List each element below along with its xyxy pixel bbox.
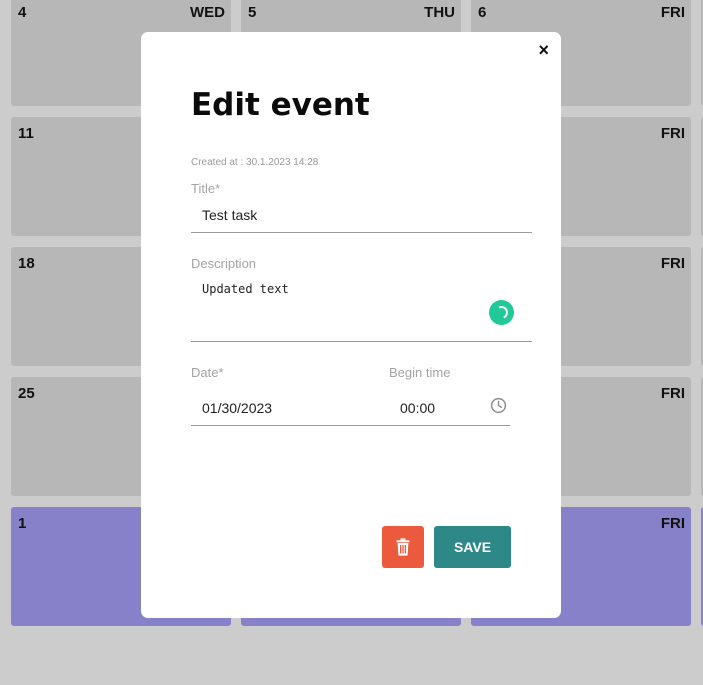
- title-input[interactable]: Test task: [202, 207, 257, 223]
- begin-time-input[interactable]: 00:00: [400, 400, 435, 416]
- edit-event-modal: × Edit event Created at : 30.1.2023 14:2…: [141, 32, 561, 618]
- weekday-label: THU: [424, 4, 455, 21]
- day-number: 1: [18, 515, 27, 532]
- date-label: Date*: [191, 365, 224, 380]
- created-at-text: Created at : 30.1.2023 14:28: [191, 157, 319, 168]
- title-underline: [191, 232, 532, 233]
- weekday-label: FRI: [660, 255, 685, 272]
- delete-button[interactable]: [382, 526, 424, 568]
- day-number: 6: [478, 4, 487, 21]
- day-number: 18: [18, 255, 35, 272]
- weekday-label: FRI: [660, 515, 685, 532]
- title-label: Title*: [191, 181, 221, 196]
- weekday-label: FRI: [660, 4, 685, 21]
- loading-spinner-icon: [489, 300, 514, 325]
- date-time-underline: [191, 425, 510, 426]
- clock-icon[interactable]: [490, 397, 507, 414]
- day-number: 5: [248, 4, 257, 21]
- save-button[interactable]: SAVE: [434, 526, 511, 568]
- trash-icon: [396, 538, 410, 556]
- weekday-label: FRI: [660, 125, 685, 142]
- day-number: 4: [18, 4, 27, 21]
- description-label: Description: [191, 256, 257, 271]
- description-underline: [191, 341, 532, 342]
- weekday-label: WED: [190, 4, 225, 21]
- description-input[interactable]: Updated text: [202, 282, 289, 296]
- day-number: 25: [18, 385, 35, 402]
- close-icon[interactable]: ×: [538, 41, 549, 59]
- day-number: 11: [18, 125, 34, 142]
- date-input[interactable]: 01/30/2023: [202, 400, 272, 416]
- weekday-label: FRI: [660, 385, 685, 402]
- begin-time-label: Begin time: [389, 365, 451, 380]
- modal-title: Edit event: [191, 87, 370, 123]
